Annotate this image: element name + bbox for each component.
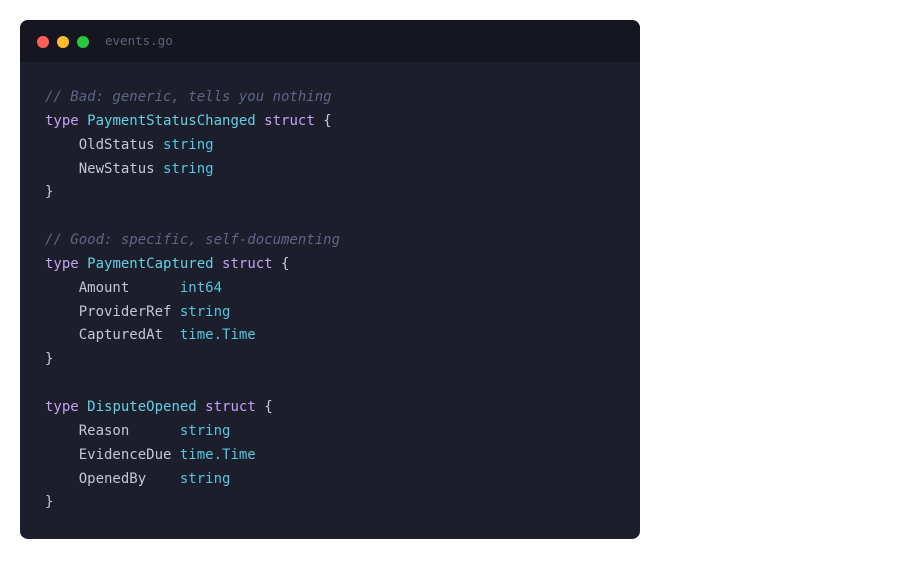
code-line: // Bad: generic, tells you nothing — [45, 86, 340, 110]
code-line: } — [45, 348, 340, 372]
field-name: NewStatus — [78, 160, 155, 177]
code-line: } — [45, 181, 340, 205]
code-line: Amount int64 — [45, 277, 340, 301]
type-name: PaymentCaptured — [87, 255, 214, 272]
close-window-button[interactable] — [37, 36, 49, 48]
field-name: Amount — [78, 279, 130, 296]
code-line: } — [45, 491, 340, 515]
code-line: ProviderRef string — [45, 301, 340, 325]
code-line: type PaymentStatusChanged struct { — [45, 110, 340, 134]
code-comment: // Bad: generic, tells you nothing — [45, 89, 332, 105]
field-name: CapturedAt — [78, 327, 164, 344]
field-type: string — [163, 160, 214, 177]
open-brace: { — [323, 112, 332, 129]
field-name: Reason — [78, 422, 130, 439]
close-brace: } — [45, 184, 54, 201]
close-brace: } — [45, 494, 54, 511]
field-name: OpenedBy — [78, 470, 147, 487]
field-type: string — [179, 422, 231, 439]
keyword-type: type — [45, 255, 79, 272]
code-line: OldStatus string — [45, 134, 340, 158]
field-type: string — [163, 136, 214, 153]
field-type: time.Time — [179, 446, 256, 463]
field-type: string — [179, 303, 231, 320]
code-line: EvidenceDue time.Time — [45, 444, 340, 468]
keyword-struct: struct — [222, 255, 273, 272]
type-name: PaymentStatusChanged — [87, 112, 256, 129]
keyword-type: type — [45, 398, 79, 415]
keyword-struct: struct — [205, 398, 256, 415]
keyword-type: type — [45, 112, 79, 129]
open-brace: { — [264, 398, 273, 415]
code-line: OpenedBy string — [45, 468, 340, 492]
field-type: int64 — [179, 279, 223, 296]
open-brace: { — [281, 255, 290, 272]
minimize-window-button[interactable] — [57, 36, 69, 48]
code-line: NewStatus string — [45, 158, 340, 182]
close-brace: } — [45, 351, 54, 368]
file-name: events.go — [105, 33, 173, 48]
maximize-window-button[interactable] — [77, 36, 89, 48]
type-name: DisputeOpened — [87, 398, 197, 415]
code-line: Reason string — [45, 420, 340, 444]
code-line: type PaymentCaptured struct { — [45, 253, 340, 277]
field-name: OldStatus — [78, 136, 155, 153]
code-editor[interactable]: // Bad: generic, tells you nothing type P… — [45, 86, 340, 515]
field-type: string — [179, 470, 231, 487]
code-line: // Good: specific, self-documenting — [45, 229, 340, 253]
field-name: ProviderRef — [78, 303, 172, 320]
field-name: EvidenceDue — [78, 446, 172, 463]
code-line: CapturedAt time.Time — [45, 324, 340, 348]
code-comment: // Good: specific, self-documenting — [45, 232, 341, 249]
keyword-struct: struct — [264, 112, 315, 129]
window-titlebar: events.go — [20, 20, 640, 62]
code-line: type DisputeOpened struct { — [45, 396, 340, 420]
field-type: time.Time — [179, 327, 256, 344]
code-window: events.go // Bad: generic, tells you not… — [20, 20, 640, 539]
